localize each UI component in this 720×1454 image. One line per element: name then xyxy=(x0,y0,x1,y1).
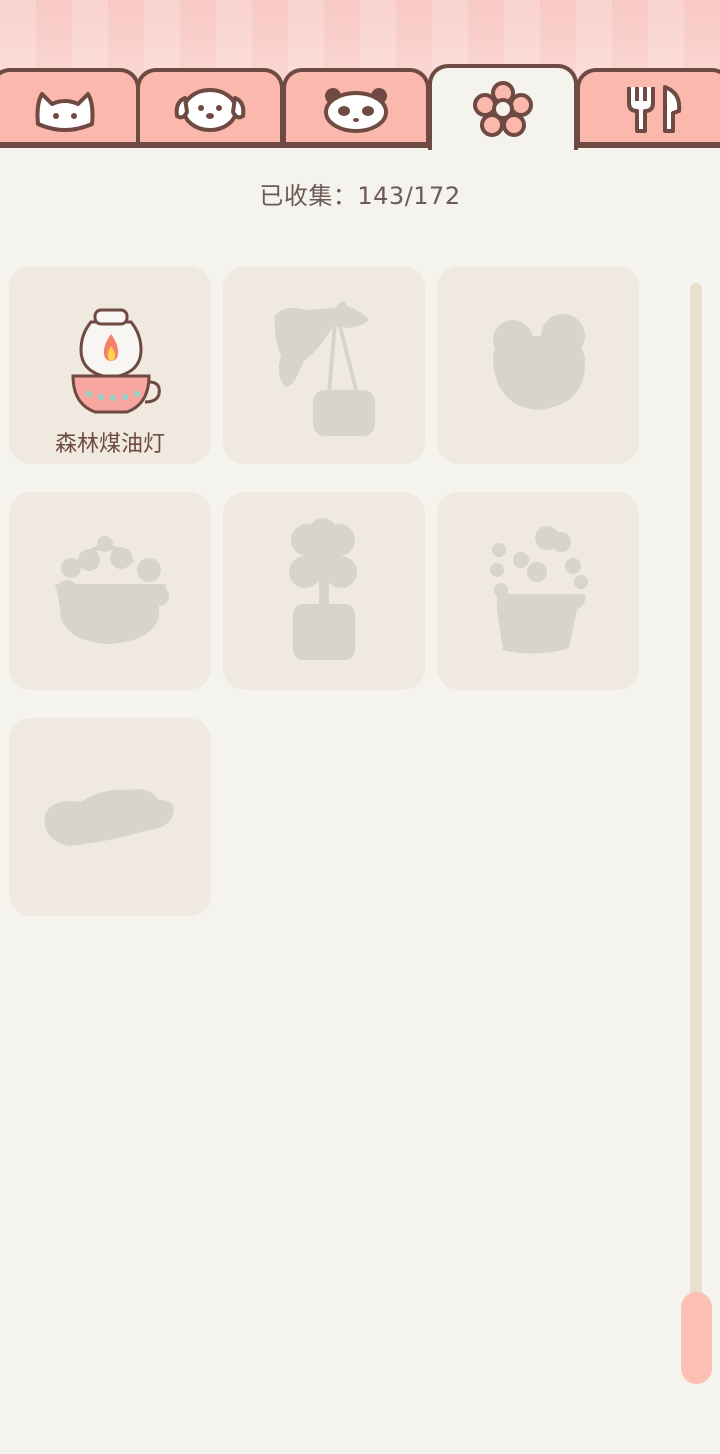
cat-icon xyxy=(35,92,95,132)
scrollbar-thumb[interactable] xyxy=(681,1292,712,1384)
collection-count: 已收集：143/172 xyxy=(259,182,461,210)
flower-icon xyxy=(473,81,533,137)
item-cell[interactable]: 森林煤油灯 xyxy=(9,266,211,464)
hanging-lamp-silhouette-icon xyxy=(274,301,375,436)
dog-icon xyxy=(174,88,246,132)
item-cell[interactable] xyxy=(9,718,211,916)
oil-lamp-icon xyxy=(71,308,161,414)
tab-panda[interactable] xyxy=(282,68,430,146)
plant-pot-silhouette-icon xyxy=(490,526,588,654)
frog-silhouette-icon xyxy=(492,314,586,410)
panda-icon xyxy=(324,88,388,133)
scrollbar-track[interactable] xyxy=(690,283,702,1383)
tab-dog[interactable] xyxy=(136,68,284,146)
item-cell[interactable] xyxy=(223,492,425,690)
item-cell[interactable] xyxy=(437,266,639,464)
tray-silhouette-icon xyxy=(44,789,174,846)
item-cell[interactable] xyxy=(223,266,425,464)
potted-flower-silhouette-icon xyxy=(289,518,357,660)
flower-basket-silhouette-icon xyxy=(55,536,169,644)
tab-flower[interactable] xyxy=(428,64,578,150)
item-cell[interactable] xyxy=(437,492,639,690)
tab-underline xyxy=(0,142,720,148)
category-tabs xyxy=(0,64,720,150)
item-name: 森林煤油灯 xyxy=(54,432,165,457)
tab-cat[interactable] xyxy=(0,68,140,146)
tab-food[interactable] xyxy=(576,68,720,146)
item-cell[interactable] xyxy=(9,492,211,690)
utensils-icon xyxy=(627,85,682,133)
